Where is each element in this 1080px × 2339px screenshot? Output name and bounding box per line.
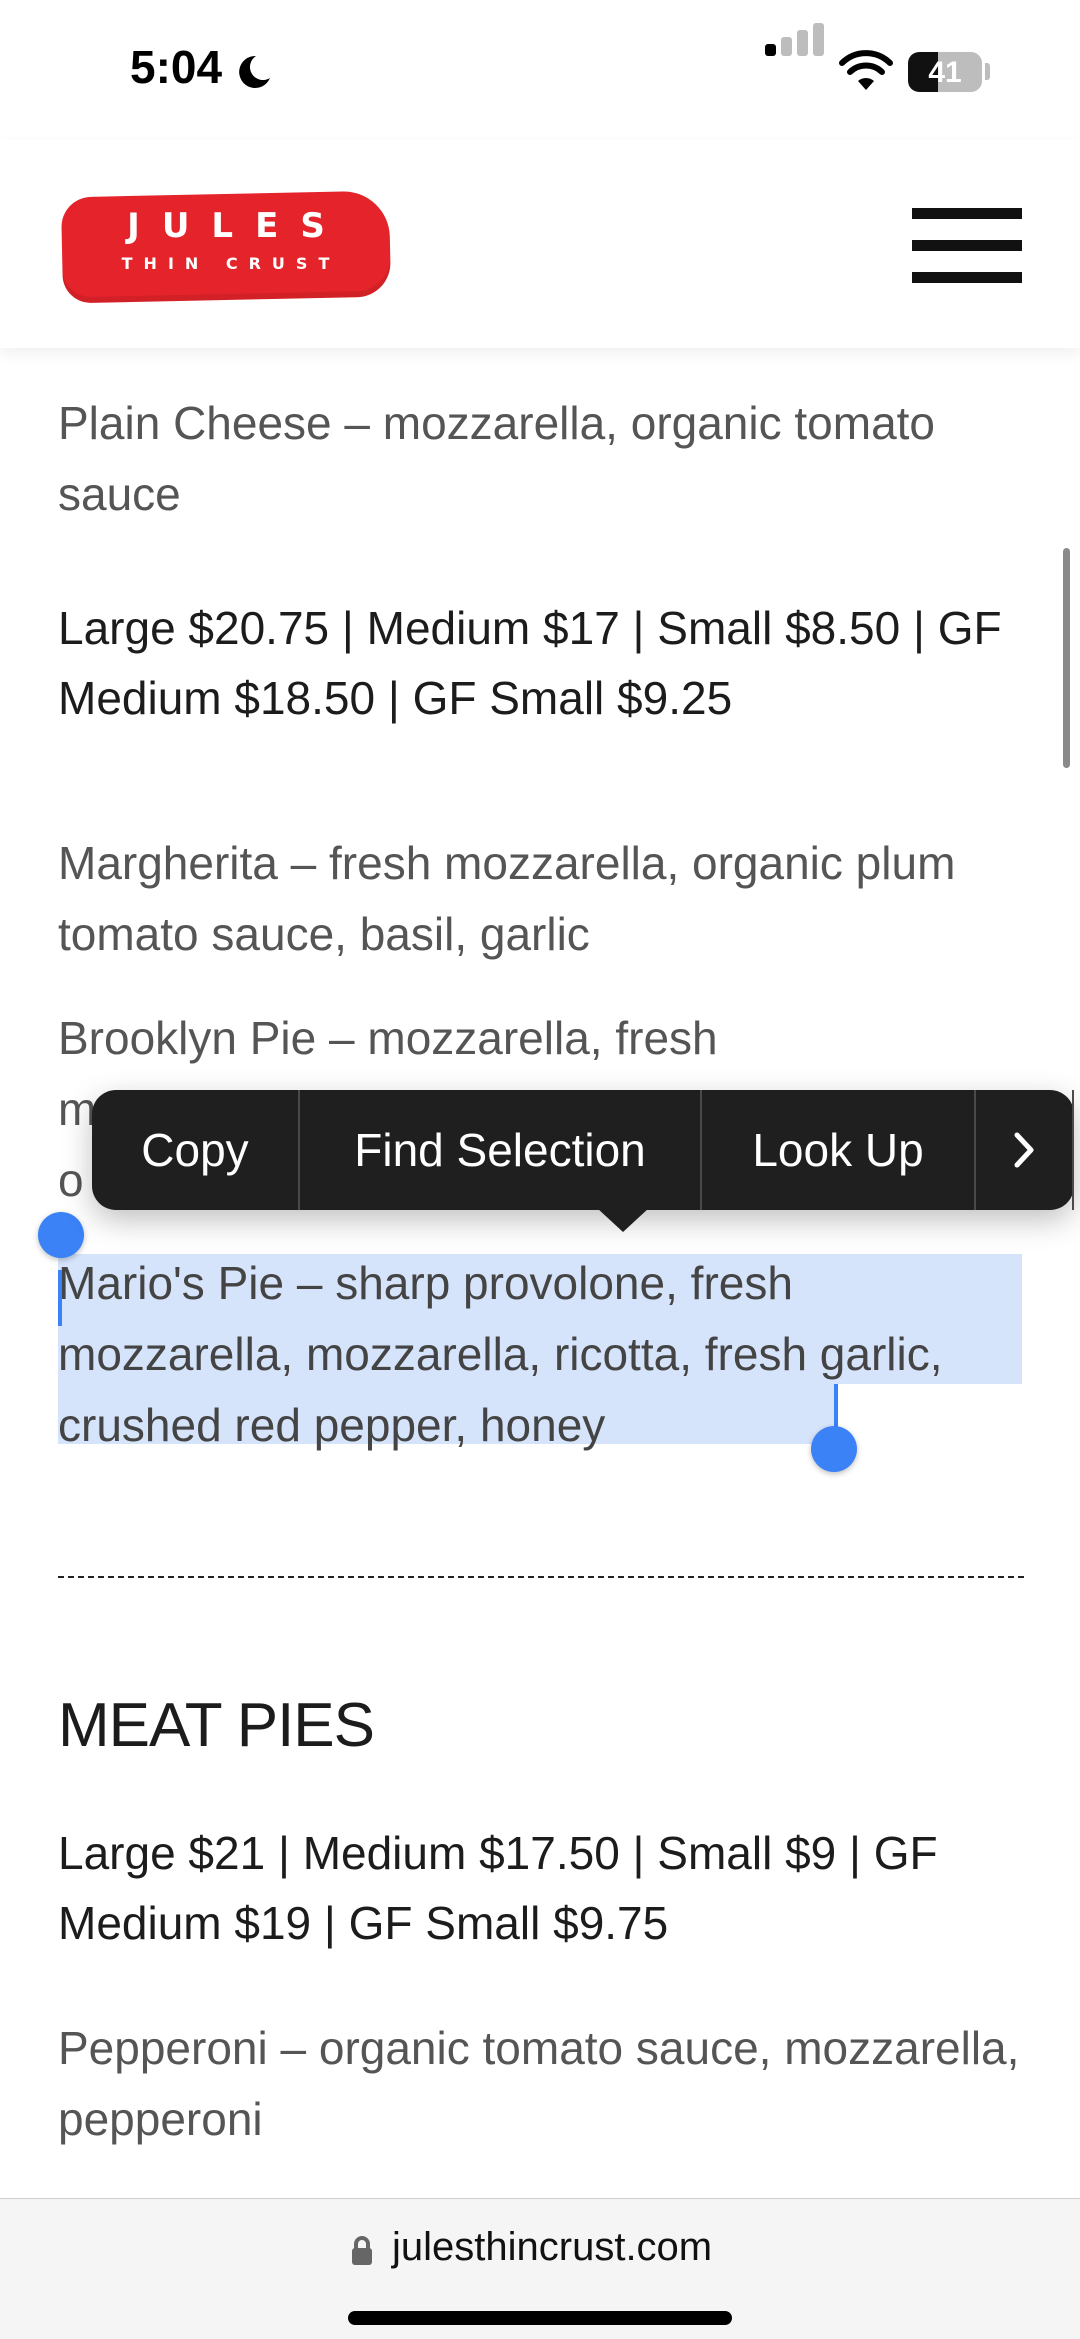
find-selection-button[interactable]: Find Selection [300, 1090, 702, 1210]
lock-icon [352, 2236, 372, 2265]
hamburger-menu-icon[interactable] [912, 208, 1022, 284]
menu-item-pepperoni: Pepperoni – organic tomato sauce, mozzar… [58, 2022, 1020, 2145]
copy-button[interactable]: Copy [92, 1090, 300, 1210]
status-time: 5:04 [130, 41, 223, 93]
logo-text-thin-crust: THIN CRUST [121, 254, 341, 273]
section-heading-meat-pies: MEAT PIES [58, 1691, 375, 1760]
more-options-button[interactable] [976, 1090, 1074, 1210]
menu-item-plain-cheese: Plain Cheese – mozzarella, organic tomat… [58, 397, 936, 520]
battery-icon: 41 [908, 52, 982, 92]
look-up-button[interactable]: Look Up [702, 1090, 976, 1210]
scroll-indicator[interactable] [1063, 548, 1070, 768]
price-line-cheese-pies: Large $20.75 | Medium $17 | Small $8.50 … [58, 602, 1002, 724]
home-indicator [348, 2311, 732, 2325]
selection-context-menu: Copy Find Selection Look Up [92, 1090, 1074, 1232]
price-line-meat-pies: Large $21 | Medium $17.50 | Small $9 | G… [58, 1827, 938, 1949]
selection-start-caret [58, 1270, 62, 1326]
menu-item-brooklyn-pie: Brooklyn Pie – mozzarella, fresh [58, 1012, 718, 1064]
site-header: JULES THIN CRUST [0, 140, 1080, 348]
section-divider [58, 1576, 1024, 1578]
menu-item-margherita: Margherita – fresh mozzarella, organic p… [58, 837, 956, 960]
moon-icon [239, 55, 270, 88]
logo-text-jules: JULES [127, 206, 347, 246]
wifi-icon [839, 50, 893, 90]
selection-start-handle[interactable] [38, 1212, 84, 1258]
logo[interactable]: JULES THIN CRUST [60, 190, 392, 304]
chevron-right-icon [1014, 1132, 1034, 1168]
menu-item-marios-pie[interactable]: Mario's Pie – sharp provolone, fresh moz… [58, 1248, 1024, 1461]
browser-url-bar[interactable]: julesthincrust.com [0, 2198, 1080, 2339]
battery-label: 41 [928, 56, 962, 89]
url-text[interactable]: julesthincrust.com [392, 2225, 712, 2270]
context-menu-pointer [597, 1208, 649, 1232]
battery-tip [985, 63, 990, 80]
selection-end-handle[interactable] [811, 1426, 857, 1472]
status-bar: 5:04 41 [0, 0, 1080, 140]
